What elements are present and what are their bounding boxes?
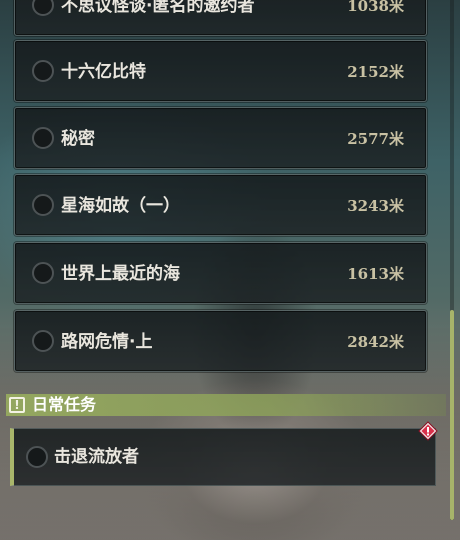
quest-item[interactable]: 星海如故（一） 3243米 [14, 174, 427, 236]
quest-track-radio[interactable] [26, 446, 48, 468]
exclamation-icon: ! [9, 397, 25, 413]
quest-item[interactable]: 不思议怪谈·匿名的邀约者 1038米 [14, 0, 427, 36]
quest-track-radio[interactable] [32, 127, 54, 149]
quest-title: 星海如故（一） [61, 196, 180, 216]
quest-track-radio[interactable] [32, 262, 54, 284]
quest-item[interactable]: 世界上最近的海 1613米 [14, 242, 427, 304]
quest-title: 路网危情·上 [61, 332, 153, 352]
quest-item[interactable]: 十六亿比特 2152米 [14, 40, 427, 102]
daily-section-header: ! 日常任务 [6, 394, 446, 416]
quest-track-radio[interactable] [32, 0, 54, 16]
quest-track-radio[interactable] [32, 330, 54, 352]
quest-distance: 2842米 [347, 333, 404, 351]
quest-title: 不思议怪谈·匿名的邀约者 [61, 0, 255, 16]
daily-quest-item[interactable]: 击退流放者 [10, 428, 436, 486]
quest-item[interactable]: 路网危情·上 2842米 [14, 310, 427, 372]
quest-distance: 3243米 [347, 197, 404, 215]
quest-title: 秘密 [61, 129, 95, 149]
warning-diamond-icon [418, 421, 438, 441]
quest-distance: 1613米 [347, 265, 404, 283]
quest-title: 十六亿比特 [61, 62, 146, 82]
section-title: 日常任务 [32, 395, 97, 414]
quest-distance: 2577米 [347, 130, 404, 148]
quest-title: 世界上最近的海 [61, 264, 180, 284]
quest-track-radio[interactable] [32, 194, 54, 216]
quest-track-radio[interactable] [32, 60, 54, 82]
quest-title: 击退流放者 [54, 447, 139, 467]
quest-distance: 1038米 [347, 0, 404, 15]
quest-item[interactable]: 秘密 2577米 [14, 107, 427, 169]
quest-distance: 2152米 [347, 63, 404, 81]
scrollbar-thumb[interactable] [450, 310, 454, 520]
